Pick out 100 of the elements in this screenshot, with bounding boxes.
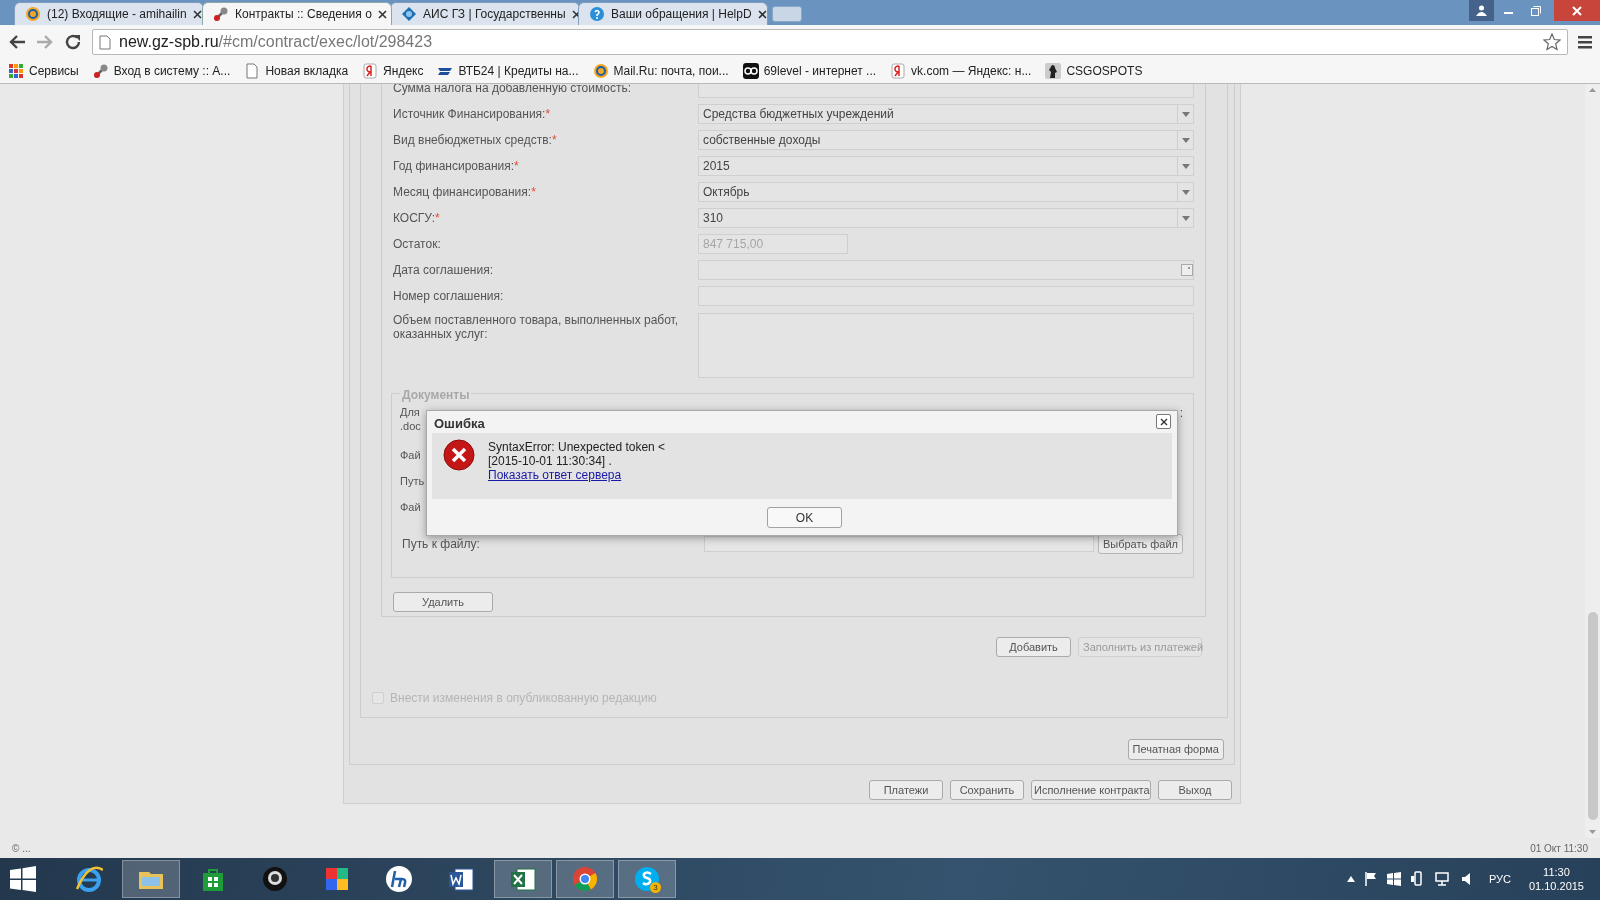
footer-button[interactable]: Платежи	[869, 780, 943, 800]
bookmark[interactable]: Яндекс	[362, 62, 424, 80]
bookmark[interactable]: vk.com — Яндекс: н...	[890, 62, 1032, 80]
close-icon	[1159, 417, 1168, 426]
text-fragment: .doc	[400, 419, 421, 434]
field-label: Год финансирования:*	[393, 159, 520, 173]
chrome-icon	[571, 865, 599, 893]
scrollbar-thumb[interactable]	[1588, 612, 1598, 820]
profile-button[interactable]	[1469, 0, 1494, 21]
error-message: SyntaxError: Unexpected token <	[488, 440, 666, 454]
page-icon	[244, 63, 261, 79]
file-path-field[interactable]	[704, 536, 1094, 552]
scrollbar[interactable]	[1585, 84, 1600, 838]
taskbar-button[interactable]: 3	[618, 860, 676, 898]
bookmark[interactable]: ВТБ24 | Кредиты на...	[437, 62, 579, 80]
speaker-icon[interactable]	[1460, 872, 1473, 886]
help-icon	[589, 6, 605, 22]
network-icon[interactable]	[1434, 872, 1451, 886]
dropdown-field[interactable]: Октябрь	[698, 182, 1194, 202]
dialog-title: Ошибка	[434, 415, 485, 433]
date-field[interactable]	[698, 260, 1194, 280]
tools-icon	[92, 63, 109, 79]
windows-start-icon[interactable]	[10, 866, 36, 892]
clock[interactable]: 11:30 01.10.2015	[1528, 865, 1584, 893]
caret-icon	[1181, 137, 1190, 143]
field-label: КОСГУ:*	[393, 211, 441, 225]
document-icon	[447, 865, 475, 893]
bookmark[interactable]: Вход в систему :: А...	[92, 62, 231, 80]
webcam-icon	[261, 865, 289, 893]
browser-icon	[75, 865, 103, 893]
browser-tab[interactable]: АИС ГЗ | Государственны	[390, 2, 580, 25]
field-label: Номер соглашения:	[393, 289, 505, 303]
device-icon[interactable]	[1410, 871, 1425, 887]
close-button[interactable]	[1156, 414, 1171, 429]
field-label: Остаток:	[393, 237, 442, 251]
letter-tile-icon	[362, 63, 379, 79]
footer-button[interactable]: Исполнение контракта	[1031, 780, 1151, 800]
close-icon[interactable]	[192, 9, 202, 19]
field-label: Сумма налога на добавленную стоимость:	[393, 84, 632, 95]
notification-badge: 3	[650, 882, 661, 893]
print-form-button[interactable]: Печатная форма	[1127, 739, 1224, 760]
caret-icon	[1181, 215, 1190, 221]
dropdown-field[interactable]: Средства бюджетных учреждений	[698, 104, 1194, 124]
close-icon[interactable]	[571, 9, 581, 19]
flag-icon[interactable]	[1364, 872, 1377, 886]
emblem-icon	[401, 6, 417, 22]
caret-icon	[1181, 189, 1190, 195]
field-label: Источник Финансирования:*	[393, 107, 552, 121]
add-button[interactable]: Добавить	[996, 637, 1071, 657]
reload-icon[interactable]	[64, 33, 82, 51]
soldier-icon	[1045, 63, 1062, 79]
restore-icon	[1531, 5, 1541, 16]
ok-button[interactable]: OK	[767, 507, 842, 528]
back-icon[interactable]	[8, 34, 26, 50]
close-icon[interactable]	[377, 9, 387, 19]
field-label: Дата соглашения:	[393, 263, 494, 277]
error-icon	[443, 439, 475, 471]
dropdown-field[interactable]: 310	[698, 208, 1194, 228]
footer-button[interactable]: Выход	[1158, 780, 1232, 800]
bookmark[interactable]: Новая вкладка	[244, 62, 349, 80]
field-label: Вид внебюджетных средств:*	[393, 133, 558, 147]
text-fragment: Фай	[400, 500, 421, 515]
field-label: Месяц финансирования:*	[393, 185, 537, 199]
page-icon	[99, 34, 111, 50]
browser-tab[interactable]: Контракты :: Сведения о	[202, 2, 392, 25]
language-indicator[interactable]: РУС	[1488, 870, 1511, 888]
footer-button[interactable]: Сохранить	[950, 780, 1024, 800]
choose-file-button[interactable]: Выбрать файл	[1097, 534, 1183, 554]
field-label: Путь к файлу:	[402, 536, 481, 553]
spreadsheet-icon	[509, 865, 537, 893]
star-icon[interactable]	[1543, 33, 1561, 51]
delete-button[interactable]: Удалить	[393, 592, 493, 613]
status-date: 01 Окт 11:30	[1530, 841, 1588, 856]
input-field[interactable]	[698, 84, 1194, 98]
menu-icon[interactable]	[1578, 35, 1592, 49]
apps-icon	[8, 63, 24, 79]
tools-icon	[213, 6, 229, 22]
browser-tab[interactable]: (12) Входящие - amihailin	[14, 2, 204, 25]
windows-icon[interactable]	[1386, 872, 1401, 886]
caret-up-icon[interactable]	[1346, 876, 1355, 882]
letter-tile-icon	[890, 63, 907, 79]
bookmark[interactable]: Mail.Ru: почта, пои...	[592, 62, 729, 80]
person-icon	[1476, 5, 1487, 16]
server-response-link[interactable]: Показать ответ сервера	[488, 468, 666, 482]
address-field[interactable]: new.gz-spb.ru/#cm/contract/exec/lot/298423	[92, 29, 1568, 55]
text-fragment: Для	[400, 405, 420, 420]
dropdown-field[interactable]: собственные доходы	[698, 130, 1194, 150]
browser-tab[interactable]: Ваши обращения | HelpD	[578, 2, 768, 25]
bookmark[interactable]: Сервисы	[8, 62, 79, 80]
close-icon[interactable]	[757, 9, 767, 19]
bookmark[interactable]: CSGOSPOTS	[1045, 62, 1143, 80]
bookmark[interactable]: 69level - интернет ...	[742, 62, 877, 80]
mail-icon	[592, 63, 609, 79]
dropdown-field[interactable]: 2015	[698, 156, 1194, 176]
text-fragment: :	[1179, 405, 1183, 422]
text-fragment: Путь	[400, 474, 425, 489]
puzzle-icon	[323, 865, 351, 893]
caret-icon	[1181, 163, 1190, 169]
close-icon	[1572, 5, 1582, 16]
field-label: Объем поставленного товара, выполненных работ, оказанных услуг:	[393, 313, 680, 343]
